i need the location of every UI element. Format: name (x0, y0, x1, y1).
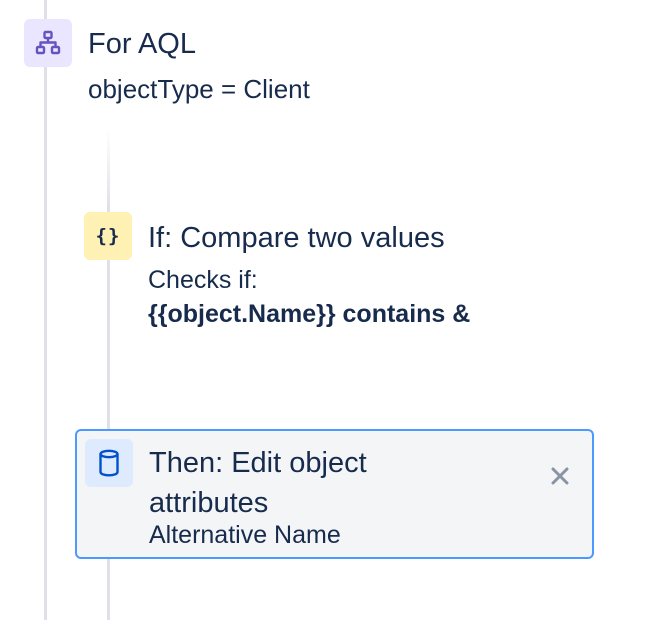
action-subtitle: Alternative Name (149, 521, 341, 549)
branch-subtitle: objectType = Client (88, 74, 310, 104)
condition-line-2: {{object.Name}} contains & (148, 300, 471, 328)
condition-line-1: Checks if: (148, 266, 258, 294)
close-icon-glyph (551, 467, 569, 485)
branch-title[interactable]: For AQL (88, 26, 196, 62)
condition-title[interactable]: If: Compare two values (148, 220, 445, 256)
hierarchy-icon-glyph (35, 30, 61, 55)
hierarchy-icon[interactable] (24, 19, 72, 67)
outer-rail (44, 0, 47, 620)
database-icon (85, 439, 133, 487)
close-icon[interactable] (545, 461, 575, 491)
database-icon-glyph (99, 449, 119, 477)
braces-icon[interactable]: {} (84, 212, 132, 260)
action-card[interactable]: Then: Edit object attributes Alternative… (75, 429, 594, 559)
inner-rail-fade (107, 128, 110, 208)
braces-icon-glyph: {} (95, 225, 121, 247)
action-title: Then: Edit object attributes (149, 447, 367, 519)
